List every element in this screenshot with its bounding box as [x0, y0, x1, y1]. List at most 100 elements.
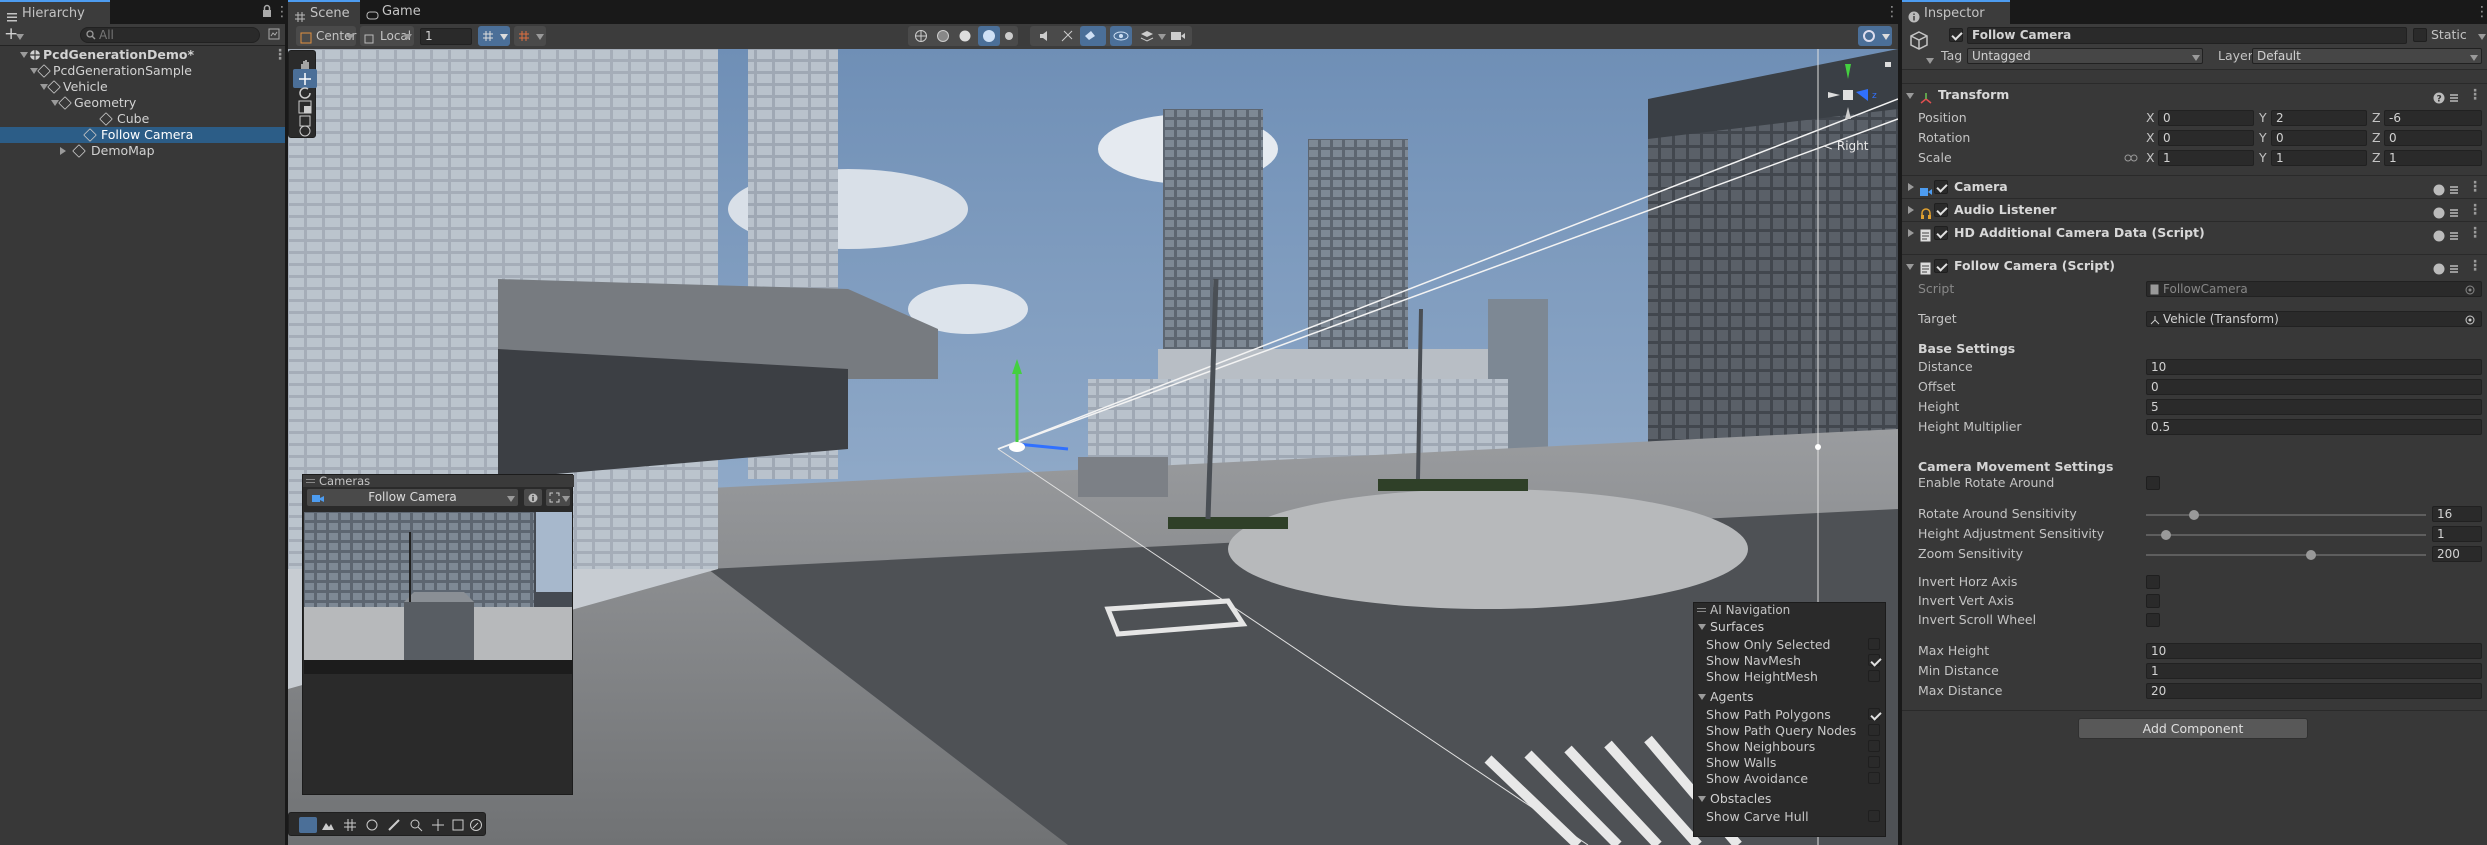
rotate-sensitivity-slider[interactable] — [2146, 510, 2426, 520]
ai-navigation-header[interactable]: AI Navigation — [1694, 603, 1887, 617]
shaded-wireframe-icon[interactable] — [936, 29, 950, 47]
list-item[interactable]: Cube — [0, 111, 285, 127]
static-dropdown-icon[interactable] — [2478, 34, 2486, 40]
ai-nav-section-header[interactable]: Agents — [1698, 689, 1883, 705]
list-item[interactable]: Geometry — [0, 95, 285, 111]
help-icon[interactable] — [2433, 227, 2445, 249]
audio-listener-header[interactable]: Audio Listener ⋮ — [1902, 198, 2487, 220]
grid-snap-button[interactable] — [478, 26, 510, 46]
position-y-field[interactable]: 2 — [2271, 110, 2367, 126]
rotation-x-field[interactable]: 0 — [2158, 130, 2254, 146]
rotation-y-field[interactable]: 0 — [2271, 130, 2367, 146]
component-menu-icon[interactable]: ⋮ — [2468, 88, 2482, 102]
component-enabled-checkbox[interactable] — [1934, 180, 1948, 194]
space-dropdown[interactable]: Local — [360, 26, 414, 46]
inspector-menu-icon[interactable]: ⋮ — [2475, 5, 2487, 19]
option-checkbox[interactable] — [1868, 756, 1880, 768]
zoom-icon[interactable] — [409, 818, 423, 836]
ai-nav-section-header[interactable]: Surfaces — [1698, 619, 1883, 635]
move-points-icon[interactable] — [431, 818, 445, 836]
height-field[interactable]: 5 — [2146, 399, 2482, 415]
wireframe-icon[interactable] — [914, 29, 928, 47]
scale-y-field[interactable]: 1 — [2271, 150, 2367, 166]
paint-icon[interactable] — [387, 818, 401, 836]
scale-z-field[interactable]: 1 — [2384, 150, 2482, 166]
edit-icon[interactable] — [451, 818, 465, 836]
option-checkbox[interactable] — [1868, 654, 1880, 666]
gizmos-button[interactable] — [1858, 26, 1892, 46]
pivot-tool-icon[interactable] — [299, 817, 317, 833]
invert-vert-checkbox[interactable] — [2146, 594, 2160, 608]
option-checkbox[interactable] — [1868, 670, 1880, 682]
list-item[interactable]: PcdGenerationSample — [0, 63, 285, 79]
camera-fullscreen-button[interactable] — [546, 489, 570, 506]
offset-field[interactable]: 0 — [2146, 379, 2482, 395]
search-input[interactable]: All — [80, 27, 260, 43]
scene-viewport[interactable]: z < Right Cameras Follow Camera — [288, 49, 1898, 845]
scale-x-field[interactable]: 1 — [2158, 150, 2254, 166]
icon-dropdown-icon[interactable] — [1926, 58, 1934, 64]
tab-scene[interactable]: Scene — [288, 0, 360, 24]
min-distance-field[interactable]: 1 — [2146, 663, 2482, 679]
camera-settings-icon[interactable] — [1170, 29, 1186, 47]
link-icon[interactable] — [2124, 152, 2138, 167]
camera-select-dropdown[interactable]: Follow Camera — [307, 489, 518, 506]
zoom-sensitivity-field[interactable]: 200 — [2432, 546, 2482, 562]
terrain-icon[interactable] — [321, 818, 335, 836]
rotate-sensitivity-field[interactable]: 16 — [2432, 506, 2482, 522]
snap-increment-field[interactable]: 1 — [420, 28, 472, 45]
component-menu-icon[interactable]: ⋮ — [2468, 180, 2482, 194]
pivot-dropdown[interactable]: Center — [296, 26, 356, 46]
layers-icon[interactable] — [1140, 29, 1154, 47]
tag-dropdown[interactable]: Untagged — [1967, 48, 2203, 64]
probe-icon[interactable] — [365, 818, 379, 836]
audio-mute-icon[interactable] — [1038, 29, 1052, 47]
option-checkbox[interactable] — [1868, 740, 1880, 752]
option-checkbox[interactable] — [1868, 638, 1880, 650]
collapse-arrow-icon[interactable] — [60, 147, 66, 155]
rotation-z-field[interactable]: 0 — [2384, 130, 2482, 146]
camera-component-header[interactable]: Camera ⋮ — [1902, 175, 2487, 197]
preset-icon[interactable] — [2448, 89, 2460, 111]
list-item[interactable]: PcdGenerationDemo* ⋮ — [0, 47, 287, 63]
lit-icon[interactable] — [978, 26, 1000, 46]
option-checkbox[interactable] — [1868, 724, 1880, 736]
transform-header[interactable]: Transform ? ⋮ — [1902, 83, 2487, 105]
tab-game[interactable]: Game — [360, 0, 432, 24]
orientation-gizmo[interactable]: z — [1808, 59, 1888, 139]
component-enabled-checkbox[interactable] — [1934, 226, 1948, 240]
position-x-field[interactable]: 0 — [2158, 110, 2254, 126]
static-checkbox[interactable] — [2413, 28, 2427, 42]
lock-icon[interactable] — [262, 4, 272, 22]
height-multiplier-field[interactable]: 0.5 — [2146, 419, 2482, 435]
navigate-icon[interactable] — [469, 818, 483, 836]
position-z-field[interactable]: -6 — [2384, 110, 2482, 126]
layer-dropdown[interactable]: Default — [2252, 48, 2482, 64]
hd-camera-data-header[interactable]: HD Additional Camera Data (Script) ⋮ — [1902, 221, 2487, 251]
help-icon[interactable]: ? — [2433, 89, 2445, 111]
option-checkbox[interactable] — [1868, 810, 1880, 822]
add-component-button[interactable]: Add Component — [2078, 718, 2308, 739]
increment-snap-button[interactable] — [514, 26, 546, 46]
invert-horz-checkbox[interactable] — [2146, 575, 2160, 589]
enable-rotate-checkbox[interactable] — [2146, 476, 2160, 490]
slider-knob[interactable] — [2160, 530, 2171, 540]
preset-icon[interactable] — [2448, 227, 2460, 249]
tab-inspector[interactable]: Inspector — [1902, 0, 2010, 24]
list-item-selected[interactable]: Follow Camera — [0, 127, 285, 143]
cameras-overlay-header[interactable]: Cameras — [303, 475, 574, 487]
height-adjustment-slider[interactable] — [2146, 530, 2426, 540]
zoom-sensitivity-slider[interactable] — [2146, 550, 2426, 560]
distance-field[interactable]: 10 — [2146, 359, 2482, 375]
component-menu-icon[interactable]: ⋮ — [2468, 203, 2482, 217]
lighting-icon[interactable] — [1002, 29, 1016, 47]
scene-menu-icon[interactable]: ⋮ — [1885, 5, 1899, 19]
object-picker-icon[interactable] — [2465, 314, 2475, 328]
slider-knob[interactable] — [2306, 550, 2317, 560]
list-item[interactable]: DemoMap — [0, 143, 285, 159]
component-menu-icon[interactable]: ⋮ — [2468, 226, 2482, 240]
invert-scroll-checkbox[interactable] — [2146, 613, 2160, 627]
expand-arrow-icon[interactable] — [20, 52, 28, 58]
component-enabled-checkbox[interactable] — [1934, 203, 1948, 217]
gizmo-view-label[interactable]: < Right — [1823, 139, 1868, 153]
